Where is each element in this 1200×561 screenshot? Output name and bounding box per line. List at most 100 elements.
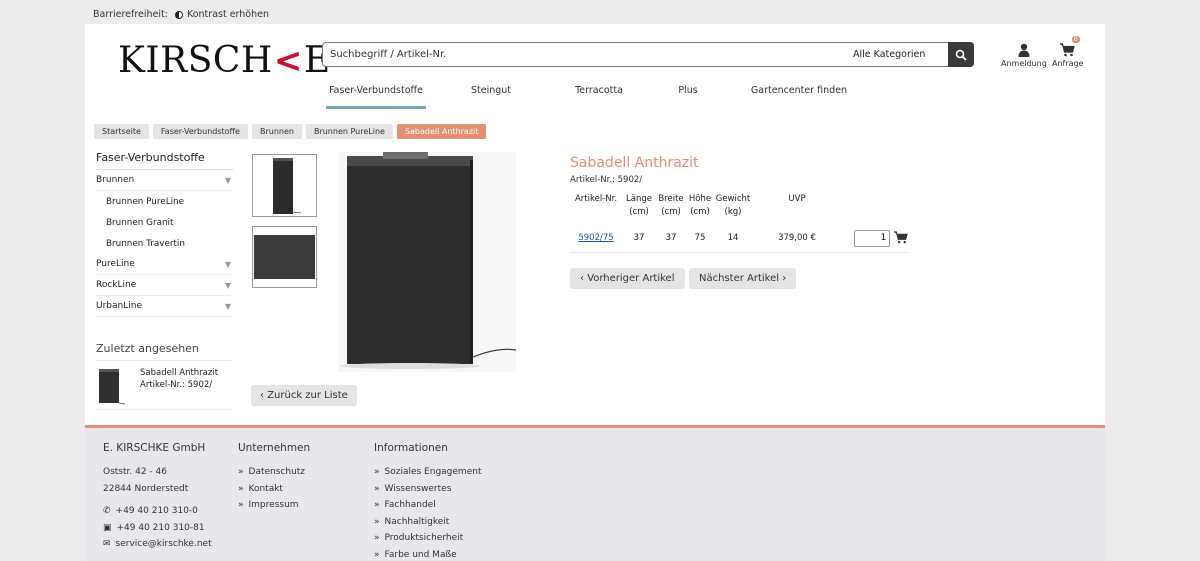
nav-item-faser[interactable]: Faser-Verbundstoffe [326,85,426,109]
product-image-small [272,157,301,214]
back-to-list-label: Zurück zur Liste [267,390,348,401]
breadcrumb-item[interactable]: Faser-Verbundstoffe [152,124,248,139]
sidebar-subitem-travertin[interactable]: Brunnen Travertin [96,233,233,254]
footer-link[interactable]: » Farbe und Maße [374,547,481,561]
footer-link[interactable]: » Produktsicherheit [374,530,481,547]
column-header-label: Gewicht [715,194,751,204]
login-button[interactable]: Anmeldung [1001,43,1047,68]
cell-price: 379,00 € [752,225,842,253]
search-input[interactable] [323,49,853,60]
footer-street: Oststr. 42 - 46 [103,467,167,478]
cart-count-badge: 0 [1071,36,1080,43]
chevron-down-icon[interactable]: ▼ [225,260,233,269]
sidebar-item-rockline[interactable]: RockLine ▼ [96,275,233,296]
footer-link-label: Datenschutz [248,467,306,478]
chevron-down-icon[interactable]: ▼ [225,176,233,185]
cart-button[interactable]: 0 Anfrage [1052,36,1084,68]
footer-link-label: Produktsicherheit [384,533,464,544]
column-header-unit: (cm) [661,207,681,217]
footer-email[interactable]: ✉ service@kirschke.net [103,536,212,553]
footer-link[interactable]: » Fachhandel [374,497,481,514]
sidebar-item-label: UrbanLine [96,301,142,311]
contrast-toggle[interactable]: Kontrast erhöhen [187,9,269,20]
column-header: UVP [752,193,842,225]
fax-icon: ▣ [103,522,112,533]
footer-link-label: Wissenswertes [384,483,452,494]
footer-city: 22844 Norderstedt [103,483,189,494]
footer-info-links: Informationen » Soziales Engagement » Wi… [374,442,481,561]
footer: E. KIRSCHKE GmbH Oststr. 42 - 46 22844 N… [85,425,1105,561]
breadcrumb-current: Sabadell Anthrazit [396,124,487,139]
recently-viewed-item[interactable]: Sabadell Anthrazit Artikel-Nr.: 5902/ [96,360,233,410]
footer-link-label: Soziales Engagement [384,467,482,478]
footer-link[interactable]: » Soziales Engagement [374,464,481,481]
sidebar-item-brunnen[interactable]: Brunnen ▼ [96,170,233,191]
column-header-label: Höhe [688,194,712,204]
footer-fax-text: +49 40 210 310-81 [116,522,205,533]
breadcrumb-item[interactable]: Brunnen [251,124,302,139]
footer-fax: ▣ +49 40 210 310-81 [103,520,212,537]
texture-swatch [254,235,315,279]
variant-link[interactable]: 5902/75 [578,233,613,243]
column-header: Gewicht (kg) [714,193,752,225]
logo-text: KIRSCH [118,40,273,81]
footer-company: E. KIRSCHKE GmbH Oststr. 42 - 46 22844 N… [103,442,212,553]
sidebar-subitem-pureline[interactable]: Brunnen PureLine [96,191,233,212]
footer-phone-text: +49 40 210 310-0 [115,506,198,517]
sidebar-item-pureline[interactable]: PureLine ▼ [96,254,233,275]
nav-item-gartencenter[interactable]: Gartencenter finden [734,85,864,109]
footer-link[interactable]: » Nachhaltigkeit [374,514,481,531]
gallery-thumbnail-1[interactable] [252,154,317,217]
gallery-thumbnail-2[interactable] [252,226,317,288]
footer-link-label: Farbe und Maße [384,549,457,560]
logo[interactable]: KIRSCH < E [118,40,331,81]
column-header-label: Artikel-Nr. [574,194,618,204]
column-header-label: Breite [658,194,684,204]
chevron-down-icon[interactable]: ▼ [225,281,233,290]
sidebar-item-label: RockLine [96,280,137,290]
main-nav: Faser-Verbundstoffe Steingut Terracotta … [326,85,864,109]
main-product-image[interactable] [338,152,517,372]
sidebar-subitem-granit[interactable]: Brunnen Granit [96,212,233,233]
add-to-cart-icon[interactable] [893,231,909,244]
category-select-value: Alle Kategorien [853,49,926,60]
breadcrumb-item[interactable]: Brunnen PureLine [305,124,393,139]
back-to-list-button[interactable]: ‹ Zurück zur Liste [251,385,357,406]
prev-article-label: Vorheriger Artikel [587,273,675,284]
nav-item-steingut[interactable]: Steingut [426,85,556,109]
column-header-empty [842,193,909,225]
product-thumbnail [99,369,126,405]
search-button[interactable] [948,42,974,67]
cart-label: Anfrage [1052,59,1084,68]
search-bar: Alle Kategorien ▾ [322,42,974,67]
footer-col-title: Unternehmen [238,442,311,454]
sidebar-title[interactable]: Faser-Verbundstoffe [96,151,233,170]
breadcrumb-item[interactable]: Startseite [94,124,149,139]
contrast-icon[interactable] [174,10,183,19]
cell-width: 37 [656,225,686,253]
prev-article-button[interactable]: ‹ Vorheriger Artikel [570,268,685,289]
recent-art: Artikel-Nr.: 5902/ [140,380,213,390]
nav-item-plus[interactable]: Plus [642,85,734,109]
column-header-label: UVP [788,194,806,204]
footer-link[interactable]: » Wissenswertes [374,481,481,498]
footer-phone[interactable]: ✆ +49 40 210 310-0 [103,503,212,520]
accessibility-label: Barrierefreiheit: [93,9,168,20]
footer-link[interactable]: » Datenschutz [238,464,310,481]
chevron-down-icon[interactable]: ▼ [225,302,233,311]
footer-link-label: Fachhandel [384,500,436,511]
cart-icon [1060,43,1076,57]
quantity-input[interactable] [854,229,891,247]
next-article-button[interactable]: Nächster Artikel › [689,268,797,289]
footer-company-links: Unternehmen » Datenschutz » Kontakt » Im… [238,442,310,514]
sidebar-item-urbanline[interactable]: UrbanLine ▼ [96,296,233,317]
column-header-unit: (cm) [629,207,649,217]
cell-weight: 14 [714,225,752,253]
column-header-unit: (cm) [690,207,710,217]
nav-item-terracotta[interactable]: Terracotta [556,85,642,109]
footer-link[interactable]: » Impressum [238,497,310,514]
footer-link[interactable]: » Kontakt [238,481,310,498]
product-article-number: Artikel-Nr.: 5902/ [570,175,643,185]
category-sidebar: Faser-Verbundstoffe Brunnen ▼ Brunnen Pu… [96,151,233,317]
cell-height: 75 [686,225,714,253]
